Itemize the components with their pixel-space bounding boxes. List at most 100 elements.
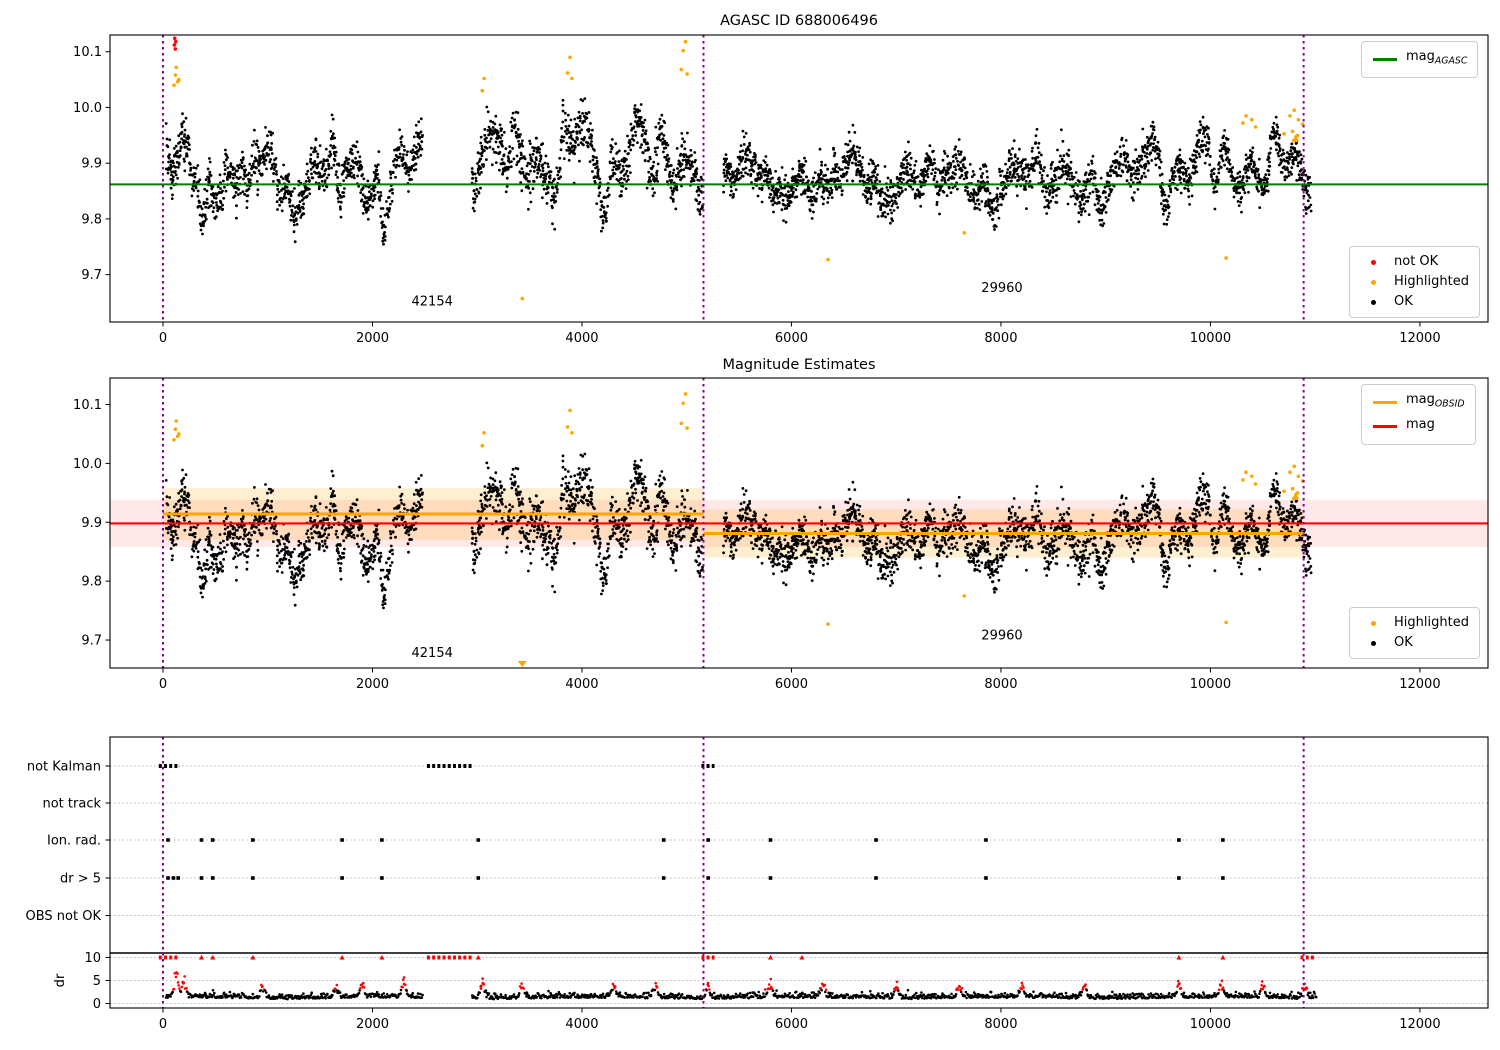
ok-point	[977, 202, 981, 206]
ok-point	[1297, 154, 1300, 158]
ok-point	[537, 163, 541, 166]
not-ok-point	[173, 39, 178, 44]
ok-point	[294, 581, 298, 584]
ok-point	[559, 148, 563, 152]
ok-point	[628, 164, 631, 168]
ok-point	[221, 189, 224, 193]
ok-point	[956, 159, 959, 163]
ok-point	[373, 177, 377, 181]
ok-point	[908, 151, 912, 155]
ok-point	[211, 210, 215, 214]
ok-point	[774, 169, 777, 173]
ok-point	[172, 175, 175, 179]
ok-point	[1043, 166, 1046, 169]
ok-point	[339, 200, 343, 204]
ok-point	[1065, 177, 1069, 181]
ok-point	[534, 162, 537, 166]
ok-point	[1170, 167, 1174, 170]
ok-point	[1016, 157, 1020, 161]
ok-point	[1272, 121, 1276, 125]
ok-point	[471, 171, 475, 175]
ok-point	[275, 200, 279, 204]
ok-point	[176, 536, 180, 540]
ok-point	[1074, 171, 1078, 174]
ok-point	[183, 169, 187, 173]
ok-point	[269, 517, 272, 520]
ok-point	[340, 195, 343, 199]
ok-point	[545, 172, 548, 176]
ok-point	[166, 531, 170, 535]
ok-point	[1249, 162, 1253, 166]
ok-point	[629, 148, 633, 152]
ok-point	[1257, 173, 1261, 177]
ok-point	[1176, 188, 1179, 192]
ok-point	[756, 194, 760, 198]
ok-point	[886, 212, 890, 216]
ok-point	[297, 539, 301, 543]
ok-point	[332, 132, 335, 136]
ok-point	[1144, 164, 1148, 168]
ok-point	[338, 566, 342, 570]
ok-point	[1158, 166, 1162, 170]
ok-point	[626, 174, 630, 178]
ok-point	[794, 188, 798, 192]
ok-point	[866, 173, 870, 177]
ok-point	[366, 179, 370, 183]
ok-point	[256, 188, 260, 192]
ok-point	[214, 577, 218, 581]
ok-point	[695, 167, 699, 171]
ok-point	[272, 540, 275, 543]
ok-point	[759, 166, 763, 170]
ok-point	[1215, 190, 1219, 194]
ok-point	[1257, 157, 1261, 161]
ok-point	[336, 176, 339, 179]
ok-point	[1058, 160, 1062, 164]
ok-point	[802, 163, 806, 167]
ok-point	[485, 105, 489, 109]
ok-point	[667, 160, 670, 163]
ok-point	[355, 140, 359, 144]
ok-point	[801, 178, 805, 182]
ok-point	[1070, 175, 1074, 178]
ok-point	[899, 172, 903, 176]
ok-point	[167, 515, 171, 519]
ok-point	[691, 165, 694, 168]
ok-point	[263, 163, 266, 166]
ok-point	[680, 162, 684, 166]
ok-point	[1163, 193, 1167, 197]
ok-point	[199, 591, 203, 595]
ok-point	[598, 191, 602, 195]
ok-point	[1089, 177, 1093, 181]
ok-point	[305, 162, 309, 166]
ok-point	[354, 515, 357, 519]
ok-point	[1142, 171, 1146, 175]
ok-point	[280, 571, 284, 574]
ok-point	[483, 149, 486, 153]
ok-point	[832, 148, 835, 151]
ok-point	[1047, 206, 1051, 210]
ok-point	[1275, 123, 1279, 127]
ok-point	[508, 145, 512, 149]
ok-point	[783, 204, 787, 207]
ok-point	[605, 219, 608, 223]
ok-point	[205, 197, 209, 201]
highlighted-point	[1241, 121, 1245, 125]
ok-point	[869, 178, 873, 182]
ok-point	[1097, 199, 1101, 202]
ok-point	[1154, 163, 1158, 167]
ok-point	[203, 548, 207, 552]
ok-point	[279, 535, 283, 538]
ok-point	[255, 518, 259, 522]
ok-point	[1231, 166, 1235, 169]
ok-point	[840, 193, 844, 197]
ok-point	[381, 582, 384, 586]
ok-point	[333, 159, 337, 162]
ok-point	[1168, 179, 1172, 183]
ok-point	[655, 174, 659, 177]
ok-point	[1197, 152, 1201, 156]
ok-point	[275, 172, 278, 176]
ok-point	[553, 177, 556, 181]
highlighted-point	[172, 83, 176, 87]
ok-point	[963, 166, 967, 170]
ok-point	[256, 554, 259, 557]
